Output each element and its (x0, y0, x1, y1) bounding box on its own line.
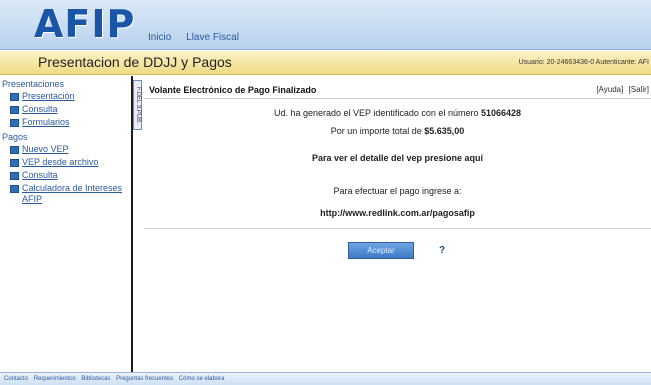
sidebar-section-presentaciones: Presentaciones (2, 79, 65, 89)
footer-link-como-se-elabora[interactable]: Cómo se elabora (179, 376, 225, 382)
square-bullet-icon (10, 146, 19, 154)
square-bullet-icon (10, 106, 19, 114)
sidebar-item-consulta[interactable]: Consulta (0, 103, 131, 116)
help-question-icon[interactable]: ? (439, 245, 445, 256)
footer-link-preguntas[interactable]: Preguntas frecuentes (116, 376, 173, 382)
help-links: [Ayuda] [Salir] (593, 85, 649, 94)
user-info: Usuario: 20-24663436-0 Autenticante: AFI (518, 59, 649, 66)
vep-number: 51066428 (480, 108, 522, 118)
sidebar-item-presentacion[interactable]: Presentación (0, 90, 131, 103)
page-title: Presentacion de DDJJ y Pagos (38, 54, 232, 70)
detail-link-label: Para ver el detalle del vep presione aqu… (311, 153, 484, 163)
sidebar-item-label: VEP desde archivo (22, 157, 99, 167)
nav-link-llave-fiscal[interactable]: Llave Fiscal (186, 32, 239, 43)
square-bullet-icon (10, 185, 19, 193)
vep-text: Ud. ha generado el VEP identificado con … (273, 108, 479, 118)
sidebar-item-label: Presentación (22, 91, 75, 101)
footer: Contacto Requerimientos Bibliotecas Preg… (0, 372, 651, 385)
sidebar-item-vep-desde-archivo[interactable]: VEP desde archivo (0, 156, 131, 169)
pay-url-label: http://www.redlink.com.ar/pagosafip (320, 208, 475, 218)
sidebar-item-label: Consulta (22, 104, 58, 114)
sidebar-item-calculadora[interactable]: Calculadora de Intereses AFIP (0, 182, 131, 206)
top-banner: AFIP Inicio Llave Fiscal (0, 0, 651, 50)
square-bullet-icon (10, 93, 19, 101)
sidebar-item-consulta-pagos[interactable]: Consulta (0, 169, 131, 182)
sidebar-item-label: Nuevo VEP (22, 144, 69, 154)
main-content: Volante Electrónico de Pago Finalizado [… (144, 80, 651, 372)
vep-title: Volante Electrónico de Pago Finalizado (149, 85, 317, 95)
amount-text: Por un importe total de (330, 126, 422, 136)
square-bullet-icon (10, 172, 19, 180)
top-nav: Inicio Llave Fiscal (148, 32, 251, 43)
sidebar-item-label: Calculadora de Intereses AFIP (22, 183, 123, 204)
title-divider (144, 98, 651, 99)
square-bullet-icon (10, 119, 19, 127)
sidebar-item-nuevo-vep[interactable]: Nuevo VEP (0, 143, 131, 156)
pay-text: Para efectuar el pago ingrese a: (333, 186, 462, 196)
side-tab[interactable]: F.DEL 3.PUB. (133, 80, 142, 130)
nav-link-inicio[interactable]: Inicio (148, 32, 171, 43)
detail-link[interactable]: Para ver el detalle del vep presione aqu… (144, 153, 651, 163)
amount-line: Por un importe total de $5.635,00 (144, 126, 651, 136)
pay-url-link[interactable]: http://www.redlink.com.ar/pagosafip (144, 208, 651, 218)
footer-link-requerimientos[interactable]: Requerimientos (34, 376, 76, 382)
afip-logo: AFIP (34, 2, 136, 46)
square-bullet-icon (10, 159, 19, 167)
amount-value: $5.635,00 (424, 126, 465, 136)
sidebar-section-pagos: Pagos (2, 132, 28, 142)
sidebar-item-label: Consulta (22, 170, 58, 180)
sidebar-item-formularios[interactable]: Formularios (0, 116, 131, 129)
button-divider (144, 228, 651, 229)
vep-number-line: Ud. ha generado el VEP identificado con … (144, 108, 651, 118)
logout-link[interactable]: [Salir] (629, 85, 649, 94)
sidebar: Presentaciones Presentación Consulta For… (0, 76, 131, 372)
footer-link-bibliotecas[interactable]: Bibliotecas (81, 376, 110, 382)
accept-button[interactable]: Aceptar (348, 242, 414, 259)
page-header: Presentacion de DDJJ y Pagos Usuario: 20… (0, 51, 651, 75)
sidebar-item-label: Formularios (22, 117, 70, 127)
help-link[interactable]: [Ayuda] (596, 85, 623, 94)
footer-link-contacto[interactable]: Contacto (4, 376, 28, 382)
